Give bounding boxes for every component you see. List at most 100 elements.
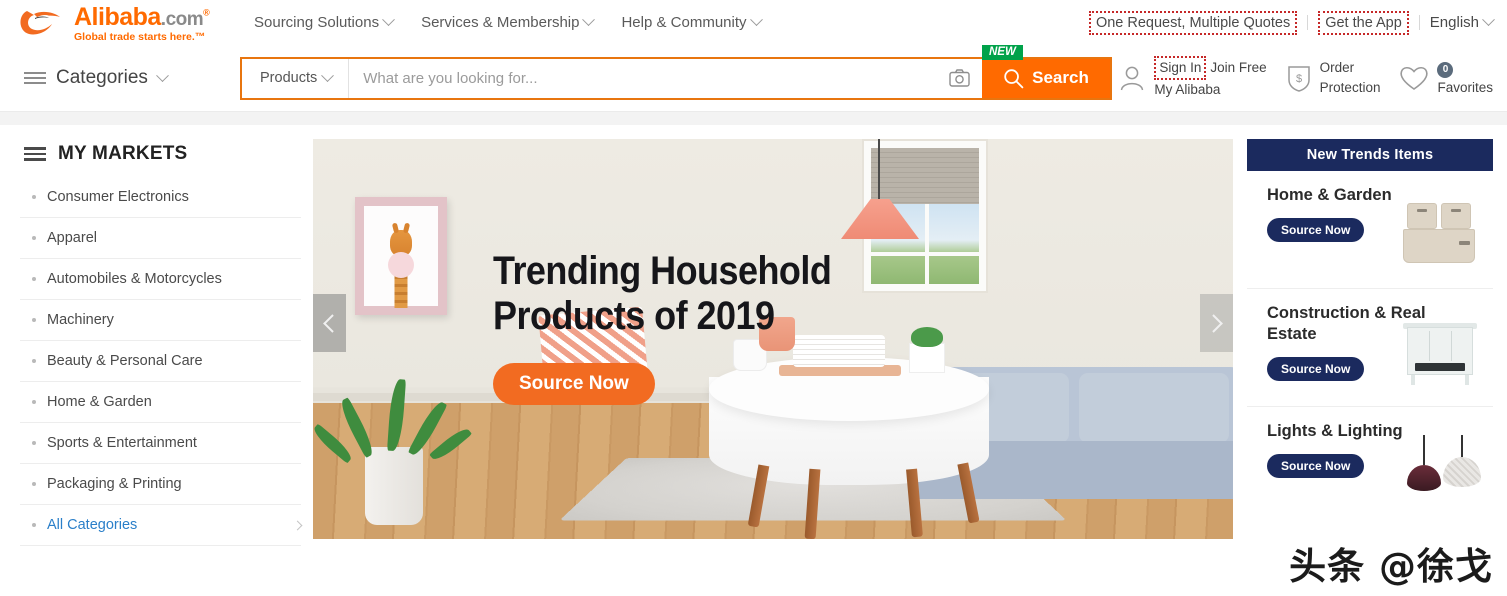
new-badge: NEW [982,44,1023,60]
divider [1307,15,1309,30]
carousel-next-button[interactable] [1200,294,1233,352]
sidebar-item-sports-entertainment[interactable]: Sports & Entertainment [20,423,301,464]
sidebar-item-label: Sports & Entertainment [47,435,197,451]
logo-main-text: Alibaba [74,3,161,31]
search-box: Products NEW Search [240,44,1112,100]
bubble-gum [388,252,414,278]
sidebar-item-consumer-electronics[interactable]: Consumer Electronics [20,177,301,218]
order-protection-line1: Order [1319,60,1355,76]
carousel-prev-button[interactable] [313,294,346,352]
window-blind [871,148,979,204]
succulent-pot [909,343,945,373]
favorites-count-badge: 0 [1437,62,1454,79]
sidebar-item-machinery[interactable]: Machinery [20,300,301,341]
trend-card-source-now-button[interactable]: Source Now [1267,357,1365,382]
chevron-right-icon [292,520,303,530]
logo-wordmark: Alibaba.com® Global trade starts here.™ [74,3,210,43]
sidebar-item-label: Automobiles & Motorcycles [47,271,222,287]
chevron-right-icon [1204,313,1223,333]
sign-in-link[interactable]: Sign In [1154,56,1207,80]
camera-icon [949,69,970,87]
window-mullion [871,252,979,256]
chevron-down-icon [156,68,169,82]
top-bar-right: One Request, Multiple Quotes Get the App… [1088,10,1495,35]
sidebar-item-automobiles-motorcycles[interactable]: Automobiles & Motorcycles [20,259,301,300]
sidebar-item-apparel[interactable]: Apparel [20,218,301,259]
vanity-cabinet-thumb [1401,317,1479,389]
potted-plant [313,365,473,525]
sidebar-item-beauty-personal-care[interactable]: Beauty & Personal Care [20,341,301,382]
search-input[interactable] [349,58,943,98]
sidebar-item-label: Consumer Electronics [47,189,189,205]
logo-tagline: Global trade starts here.™ [74,31,206,43]
categories-button[interactable]: Categories [24,67,240,89]
sidebar-item-label: All Categories [47,517,138,533]
chevron-down-icon [1482,13,1495,27]
storage-bins-thumb [1401,199,1479,271]
trend-card-lights-lighting[interactable]: Lights & Lighting Source Now [1247,407,1493,525]
alibaba-logo[interactable]: Alibaba.com® Global trade starts here.™ [12,3,212,43]
logo-registered-mark: ® [203,7,210,18]
plant-leaf [387,378,407,452]
sidebar-item-all-categories[interactable]: All Categories [20,505,303,546]
hero-source-now-button[interactable]: Source Now [493,362,655,405]
search-icon [1004,68,1024,88]
sidebar-item-home-garden[interactable]: Home & Garden [20,382,301,423]
succulent-plant [911,327,943,347]
my-alibaba-label: My Alibaba [1154,82,1221,97]
trend-card-construction-real-estate[interactable]: Construction & Real Estate Source Now [1247,289,1493,407]
join-free-link[interactable]: Join Free [1210,58,1266,78]
categories-label: Categories [56,67,148,88]
heart-icon [1400,66,1429,90]
my-alibaba-cell[interactable]: Sign In Join Free My Alibaba [1117,56,1267,99]
hero-text-block: Trending Household Products of 2019 Sour… [493,249,869,405]
nav-help-community-label: Help & Community [621,14,747,31]
search-type-label: Products [260,70,318,86]
trend-card-source-now-button[interactable]: Source Now [1267,454,1365,479]
order-protection-text: Order Protection [1320,58,1381,97]
hero-headline: Trending Household Products of 2019 [493,249,832,338]
new-trends-panel: New Trends Items Home & Garden Source No… [1247,139,1493,596]
one-request-multiple-quotes-link[interactable]: One Request, Multiple Quotes [1088,10,1298,35]
get-the-app-link[interactable]: Get the App [1318,10,1409,35]
chevron-down-icon [749,13,763,27]
language-selector[interactable]: English [1430,13,1495,31]
sofa-cushion [1079,373,1229,443]
account-area: Sign In Join Free My Alibaba $ Order Pro… [1117,56,1493,99]
new-trends-header: New Trends Items [1247,139,1493,171]
nav-help-community[interactable]: Help & Community [621,13,763,31]
search-type-selector[interactable]: Products [242,58,350,98]
divider [1418,15,1420,30]
bullet-icon [32,195,36,199]
bullet-icon [32,441,36,445]
user-icon [1121,66,1144,91]
order-protection-cell[interactable]: $ Order Protection [1285,58,1381,97]
favorites-text: 0 Favorites [1437,58,1493,98]
bullet-icon [32,523,36,527]
trend-card-home-garden[interactable]: Home & Garden Source Now [1247,171,1493,289]
chevron-left-icon [323,313,342,333]
top-navigation: Sourcing Solutions Services & Membership… [254,13,763,31]
search-button[interactable]: Search [982,58,1110,98]
list-icon [24,147,46,161]
pendant-lamp-cord [878,139,880,201]
my-markets-header: MY MARKETS [20,143,301,165]
my-markets-list: Consumer Electronics Apparel Automobiles… [20,177,303,546]
pendant-lamps-thumb [1401,435,1481,507]
trend-card-source-now-button[interactable]: Source Now [1267,218,1365,243]
nav-services-membership[interactable]: Services & Membership [421,13,596,31]
plant-pot [365,447,423,525]
favorites-cell[interactable]: 0 Favorites [1398,58,1493,98]
artwork-canvas [364,206,438,308]
sidebar-item-label: Machinery [47,312,114,328]
search-button-label: Search [1032,68,1089,87]
image-search-button[interactable] [943,59,982,98]
chevron-down-icon [382,13,395,27]
top-bar: Alibaba.com® Global trade starts here.™ … [0,0,1507,45]
sidebar-item-label: Beauty & Personal Care [47,353,203,369]
sidebar-item-packaging-printing[interactable]: Packaging & Printing [20,464,301,505]
bullet-icon [32,277,36,281]
my-markets-sidebar: MY MARKETS Consumer Electronics Apparel … [20,125,313,596]
nav-sourcing-solutions[interactable]: Sourcing Solutions [254,13,395,31]
list-icon [24,72,46,84]
